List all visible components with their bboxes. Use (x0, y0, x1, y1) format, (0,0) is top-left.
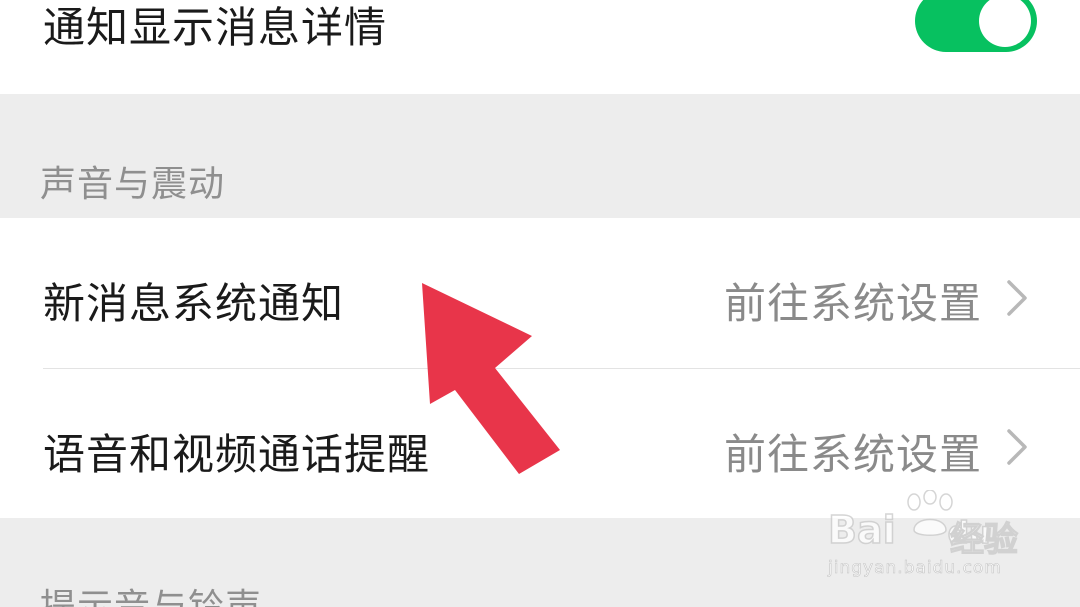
watermark-sub: 经验 (949, 519, 1018, 560)
notification-details-row[interactable]: 通知显示消息详情 (0, 0, 1080, 94)
chevron-right-icon (1007, 280, 1027, 316)
baidu-watermark: Bai du 经验 jingyan.baidu.com (827, 490, 1028, 590)
section-header-sound: 声音与震动 (40, 164, 226, 205)
notification-details-toggle[interactable] (915, 0, 1037, 52)
toggle-knob (979, 0, 1031, 47)
chevron-right-icon (1007, 429, 1027, 465)
new-message-notification-row[interactable]: 新消息系统通知 前往系统设置 (0, 218, 1080, 368)
new-message-notification-label: 新消息系统通知 (43, 279, 345, 328)
notification-details-label: 通知显示消息详情 (43, 3, 388, 52)
sound-settings-group: 新消息系统通知 前往系统设置 语音和视频通话提醒 前往系统设置 (0, 218, 1080, 518)
call-reminder-value: 前往系统设置 (723, 430, 982, 479)
watermark-url: jingyan.baidu.com (828, 558, 1002, 579)
call-reminder-label: 语音和视频通话提醒 (43, 430, 431, 479)
new-message-notification-value: 前往系统设置 (723, 279, 982, 328)
settings-screen: 通知显示消息详情 声音与震动 新消息系统通知 前往系统设置 语音和视频通话提醒 … (0, 0, 1080, 607)
section-header-ringtone: 提示音与铃声 (40, 578, 262, 607)
